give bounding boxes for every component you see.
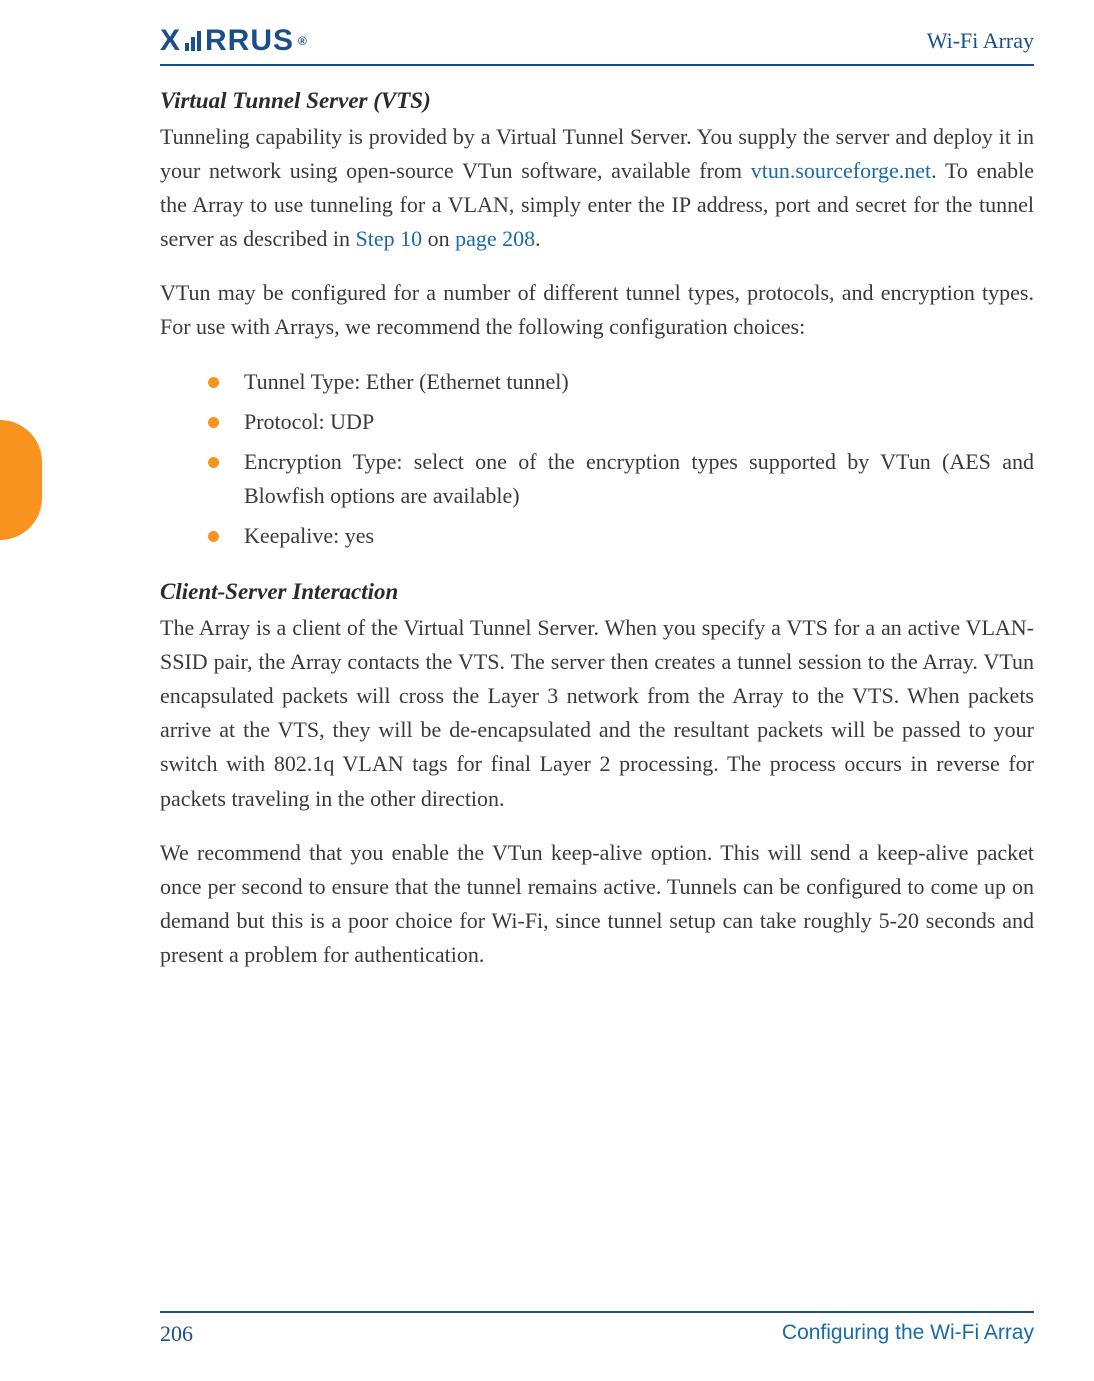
vts-paragraph-2: VTun may be configured for a number of d… [160, 276, 1034, 344]
link-vtun-sourceforge[interactable]: vtun.sourceforge.net [751, 158, 931, 183]
page-number: 206 [160, 1321, 193, 1347]
logo-signal-icon [185, 31, 201, 51]
list-item: Keepalive: yes [160, 519, 1034, 553]
logo-text-left: X [160, 24, 181, 58]
list-item: Tunnel Type: Ether (Ethernet tunnel) [160, 365, 1034, 399]
text-run: . [535, 226, 541, 251]
section-heading-vts: Virtual Tunnel Server (VTS) [160, 88, 1034, 114]
config-bullet-list: Tunnel Type: Ether (Ethernet tunnel) Pro… [160, 365, 1034, 553]
page-header: X RRUS ® Wi-Fi Array [160, 18, 1034, 66]
page-footer: 206 Configuring the Wi-Fi Array [160, 1311, 1034, 1347]
side-tab-icon [0, 420, 42, 540]
cs-paragraph-1: The Array is a client of the Virtual Tun… [160, 611, 1034, 816]
vts-paragraph-1: Tunneling capability is provided by a Vi… [160, 120, 1034, 256]
link-page-208[interactable]: page 208 [455, 226, 535, 251]
content: Virtual Tunnel Server (VTS) Tunneling ca… [160, 88, 1034, 992]
text-run: on [422, 226, 455, 251]
list-item: Encryption Type: select one of the encry… [160, 445, 1034, 513]
footer-section-title: Configuring the Wi-Fi Array [782, 1321, 1034, 1347]
logo-text-right: RRUS [205, 24, 294, 58]
page: X RRUS ® Wi-Fi Array Virtual Tunnel Serv… [0, 0, 1094, 1381]
list-item: Protocol: UDP [160, 405, 1034, 439]
link-step-10[interactable]: Step 10 [355, 226, 422, 251]
header-product-name: Wi-Fi Array [927, 28, 1034, 54]
registered-icon: ® [298, 34, 308, 48]
section-heading-client-server: Client-Server Interaction [160, 579, 1034, 605]
logo: X RRUS ® [160, 24, 308, 58]
cs-paragraph-2: We recommend that you enable the VTun ke… [160, 836, 1034, 972]
